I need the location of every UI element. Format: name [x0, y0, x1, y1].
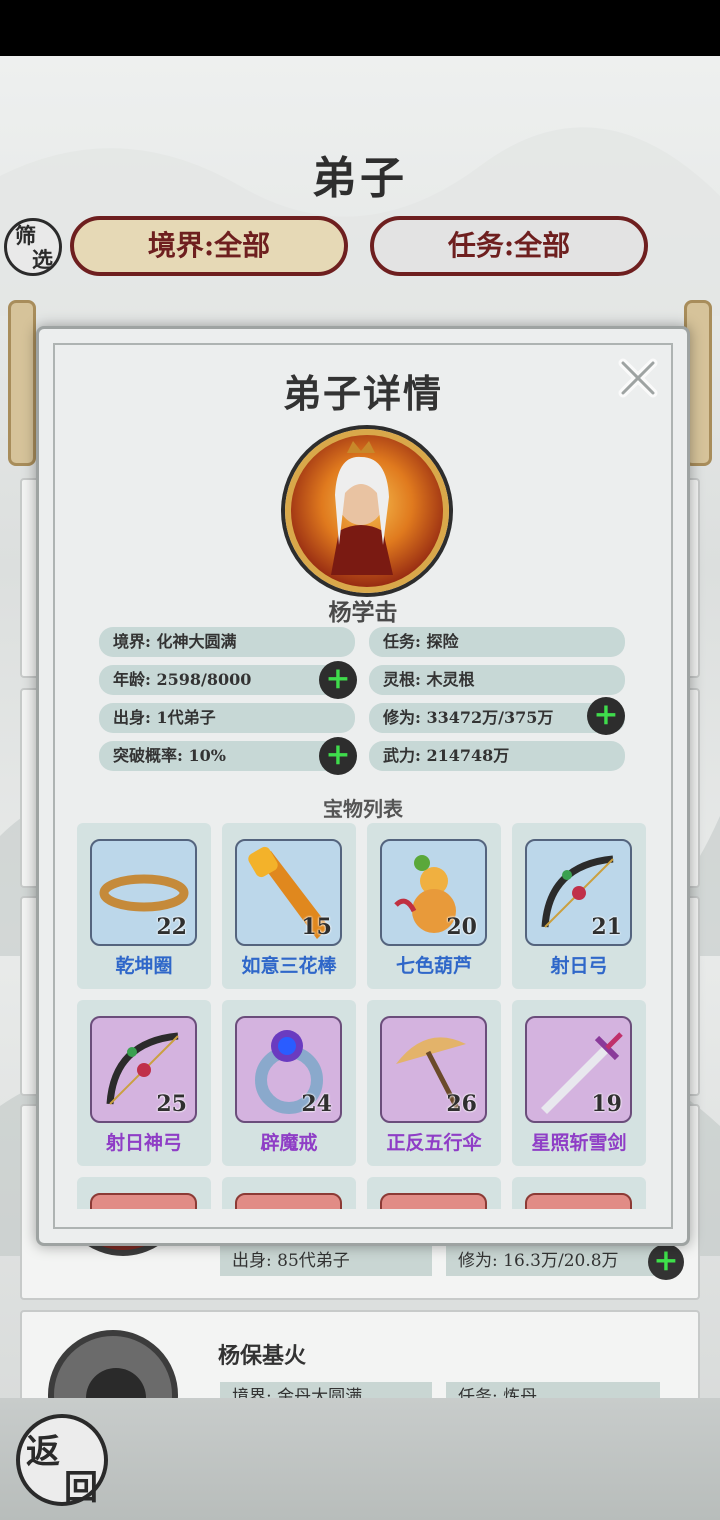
treasure-level: 24	[301, 1091, 332, 1117]
treasure-slot: 26	[380, 1016, 487, 1123]
treasure-slot	[525, 1193, 632, 1209]
realm-stat: 境界: 化神大圆满	[99, 627, 355, 657]
treasure-name: 乾坤圈	[115, 955, 173, 977]
treasure-slot	[235, 1193, 342, 1209]
treasure-item[interactable]: 26 正反五行伞	[367, 1000, 501, 1166]
power-stat: 武力: 214748万	[369, 741, 625, 771]
treasure-slot: 15	[235, 839, 342, 946]
age-plus-button[interactable]: +	[319, 661, 357, 699]
treasure-name: 射日弓	[550, 955, 608, 977]
back-char-1: 返	[26, 1432, 60, 1472]
scroll-roll-left	[8, 300, 36, 466]
treasure-slot: 20	[380, 839, 487, 946]
treasure-level: 20	[446, 914, 477, 940]
treasure-slot: 24	[235, 1016, 342, 1123]
treasure-item[interactable]: 21 射日弓	[512, 823, 646, 989]
plus-icon[interactable]: +	[648, 1244, 684, 1280]
treasure-name: 星照斩雪剑	[531, 1132, 627, 1154]
treasure-item[interactable]: 20 七色葫芦	[367, 823, 501, 989]
treasure-grid: 22 乾坤圈 15 如意三花棒 20 七色葫芦 21 射日弓 25 射日神弓 2…	[77, 823, 647, 1209]
treasure-item[interactable]	[512, 1177, 646, 1209]
origin-stat: 出身: 1代弟子	[99, 703, 355, 733]
filter-icon[interactable]: 筛 选	[4, 218, 62, 276]
disciple-detail-modal: 弟子详情 杨学击 境界: 化神大圆满 任务: 探险 年龄: 2598/8000 …	[36, 326, 690, 1246]
back-button[interactable]: 返 回	[16, 1414, 108, 1508]
treasure-level: 21	[591, 914, 622, 940]
disciple-name: 杨学击	[328, 599, 398, 626]
filter-icon-char-2: 选	[32, 247, 53, 272]
treasure-name: 七色葫芦	[395, 955, 472, 977]
treasure-list-title: 宝物列表	[323, 797, 403, 821]
treasure-slot	[380, 1193, 487, 1209]
treasure-item[interactable]: 22 乾坤圈	[77, 823, 211, 989]
treasure-item[interactable]: 24 辟魔戒	[222, 1000, 356, 1166]
breakthrough-stat: 突破概率: 10%	[99, 741, 355, 771]
treasure-slot: 25	[90, 1016, 197, 1123]
realm-filter-button[interactable]: 境界:全部	[70, 216, 348, 276]
treasure-name: 正反五行伞	[386, 1132, 482, 1154]
treasure-level: 15	[301, 914, 332, 940]
treasure-level: 26	[446, 1091, 477, 1117]
status-bar	[0, 0, 720, 56]
breakthrough-plus-button[interactable]: +	[319, 737, 357, 775]
treasure-item[interactable]	[222, 1177, 356, 1209]
age-stat: 年龄: 2598/8000	[99, 665, 355, 695]
origin-label: 出身: 85代弟子	[220, 1246, 432, 1276]
page-title: 弟子	[312, 153, 408, 204]
treasure-name: 射日神弓	[105, 1132, 182, 1154]
treasure-level: 25	[156, 1091, 187, 1117]
disciple-name: 杨保基火	[218, 1343, 307, 1369]
task-stat: 任务: 探险	[369, 627, 625, 657]
treasure-name: 辟魔戒	[260, 1132, 318, 1154]
treasure-item[interactable]: 15 如意三花棒	[222, 823, 356, 989]
treasure-slot	[90, 1193, 197, 1209]
treasure-item[interactable]	[77, 1177, 211, 1209]
treasure-item[interactable]: 19 星照斩雪剑	[512, 1000, 646, 1166]
treasure-slot: 19	[525, 1016, 632, 1123]
treasure-slot: 22	[90, 839, 197, 946]
disciple-portrait	[285, 429, 449, 593]
filter-icon-char-1: 筛	[15, 223, 36, 248]
modal-title: 弟子详情	[282, 371, 443, 416]
close-icon[interactable]	[615, 355, 661, 401]
portrait-figure-icon	[331, 441, 393, 575]
treasure-item[interactable]: 25 射日神弓	[77, 1000, 211, 1166]
bottom-bar	[0, 1398, 720, 1520]
treasure-item[interactable]	[367, 1177, 501, 1209]
treasure-slot: 21	[525, 839, 632, 946]
spirit-root-stat: 灵根: 木灵根	[369, 665, 625, 695]
treasure-level: 22	[156, 914, 187, 940]
cultivation-label: 修为: 16.3万/20.8万	[446, 1246, 660, 1276]
cultivation-plus-button[interactable]: +	[587, 697, 625, 735]
back-char-2: 回	[64, 1468, 98, 1508]
treasure-name: 如意三花棒	[241, 955, 337, 977]
treasure-level: 19	[591, 1091, 622, 1117]
task-filter-button[interactable]: 任务:全部	[370, 216, 648, 276]
